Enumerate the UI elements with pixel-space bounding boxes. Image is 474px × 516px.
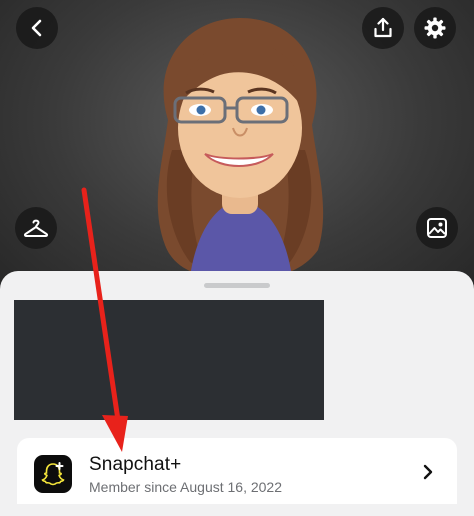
redacted-profile-info <box>14 300 324 420</box>
settings-button[interactable] <box>414 7 456 49</box>
outfit-button[interactable] <box>15 207 57 249</box>
image-frame-icon <box>427 218 447 238</box>
sheet-drag-handle[interactable] <box>204 283 270 288</box>
bitmoji-avatar <box>157 18 324 300</box>
profile-header <box>0 0 474 300</box>
chevron-left-icon <box>31 19 42 37</box>
backdrop-button[interactable] <box>416 207 458 249</box>
profile-sheet: Snapchat+ Member since August 16, 2022 <box>0 271 474 516</box>
back-button[interactable] <box>16 7 58 49</box>
hanger-icon <box>23 219 49 237</box>
share-upload-icon <box>374 17 392 38</box>
snapchat-plus-ghost-icon <box>34 455 72 493</box>
gear-icon <box>424 17 446 39</box>
share-button[interactable] <box>362 7 404 49</box>
card-title: Snapchat+ <box>89 454 182 475</box>
snapchat-plus-card[interactable]: Snapchat+ Member since August 16, 2022 <box>17 438 457 504</box>
chevron-right-icon <box>423 464 433 480</box>
card-subtitle: Member since August 16, 2022 <box>89 479 283 495</box>
